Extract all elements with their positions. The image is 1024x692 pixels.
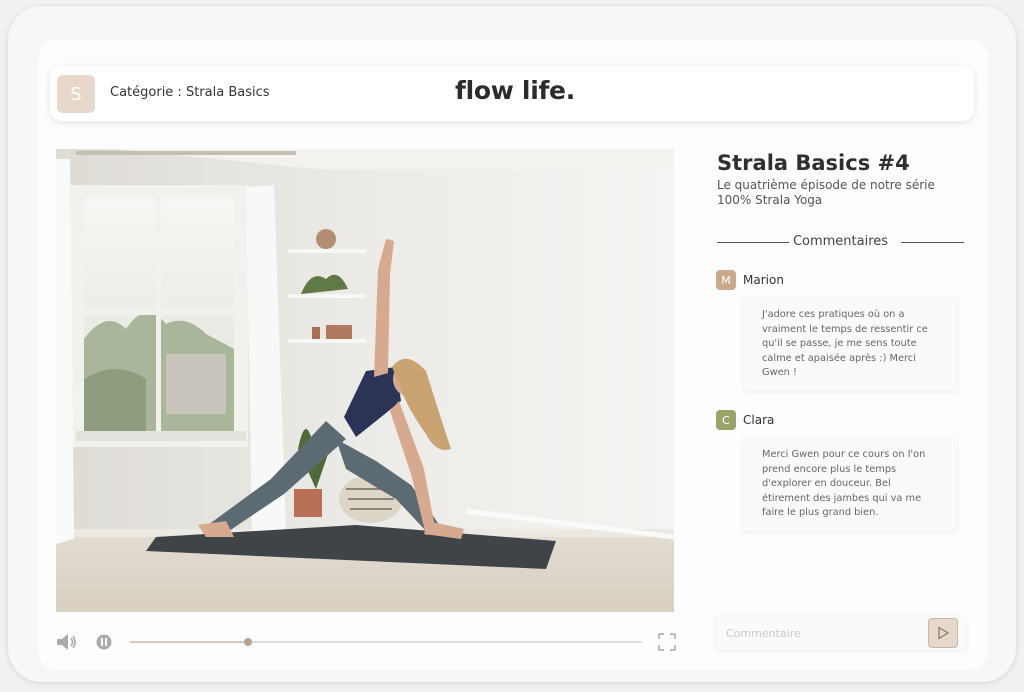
avatar: M [716,270,736,290]
video-title: Strala Basics #4 [717,151,910,175]
comment-form [716,616,966,650]
comment-text: Merci Gwen pour ce cours on l'on prend e… [743,438,957,531]
video-description: Le quatrième épisode de notre série 100%… [717,178,935,207]
video-controls [56,630,676,654]
brand-logo[interactable]: flow life. [455,76,575,105]
comments-heading: Commentaires [717,234,964,250]
header-bar: S Catégorie : Strala Basics flow life. [50,66,974,121]
comment-author: Marion [743,273,784,287]
avatar: C [716,410,736,430]
fullscreen-icon[interactable] [658,633,676,655]
progress-fill [130,641,248,643]
progress-bar[interactable] [130,638,642,646]
divider-right [901,242,964,243]
progress-handle[interactable] [243,638,252,646]
comment-input[interactable] [726,624,916,642]
comment-author: Clara [743,413,775,427]
send-icon [938,626,950,640]
category-badge[interactable]: S [57,75,95,113]
send-button[interactable] [928,618,958,648]
category-label: Catégorie : Strala Basics [110,85,270,100]
pause-icon[interactable] [96,634,112,654]
speaker-icon[interactable] [56,633,78,655]
video-frame-image [56,149,674,612]
comment-text: J'adore ces pratiques où on a vraiment l… [743,298,957,391]
video-player[interactable] [56,149,674,612]
